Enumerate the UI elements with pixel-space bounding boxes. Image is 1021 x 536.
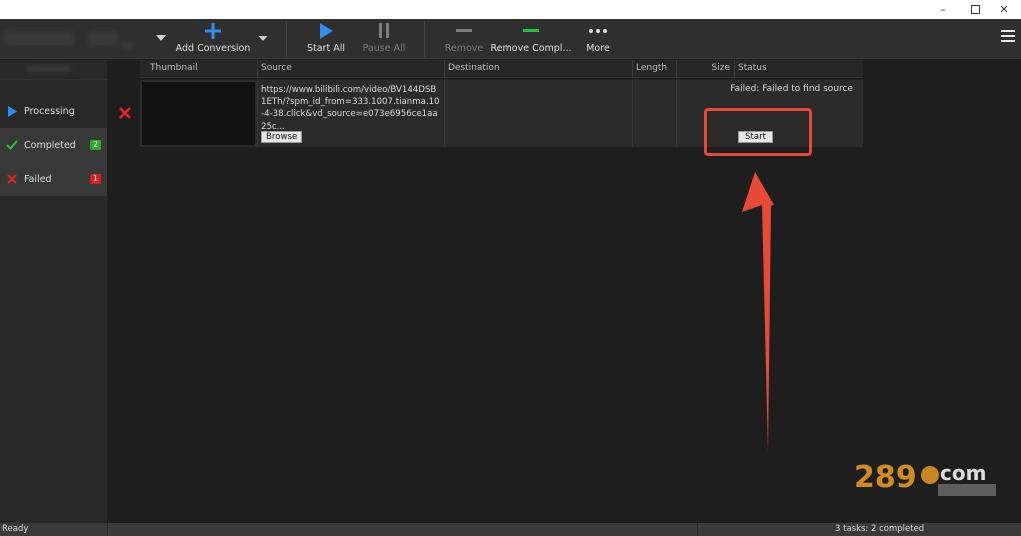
status-bar-left: Ready — [2, 524, 29, 534]
status-bar-separator — [697, 523, 698, 536]
svg-text:289: 289 — [854, 460, 917, 495]
status-bar: Ready 3 tasks: 2 completed — [0, 523, 1021, 536]
svg-text:com: com — [940, 461, 986, 485]
status-bar-separator — [107, 523, 108, 536]
app-window: – ✕ Add Conversion Start All Pause All R… — [0, 0, 1021, 536]
status-bar-right: 3 tasks: 2 completed — [835, 524, 925, 534]
site-watermark-logo: 289 com — [854, 460, 996, 496]
